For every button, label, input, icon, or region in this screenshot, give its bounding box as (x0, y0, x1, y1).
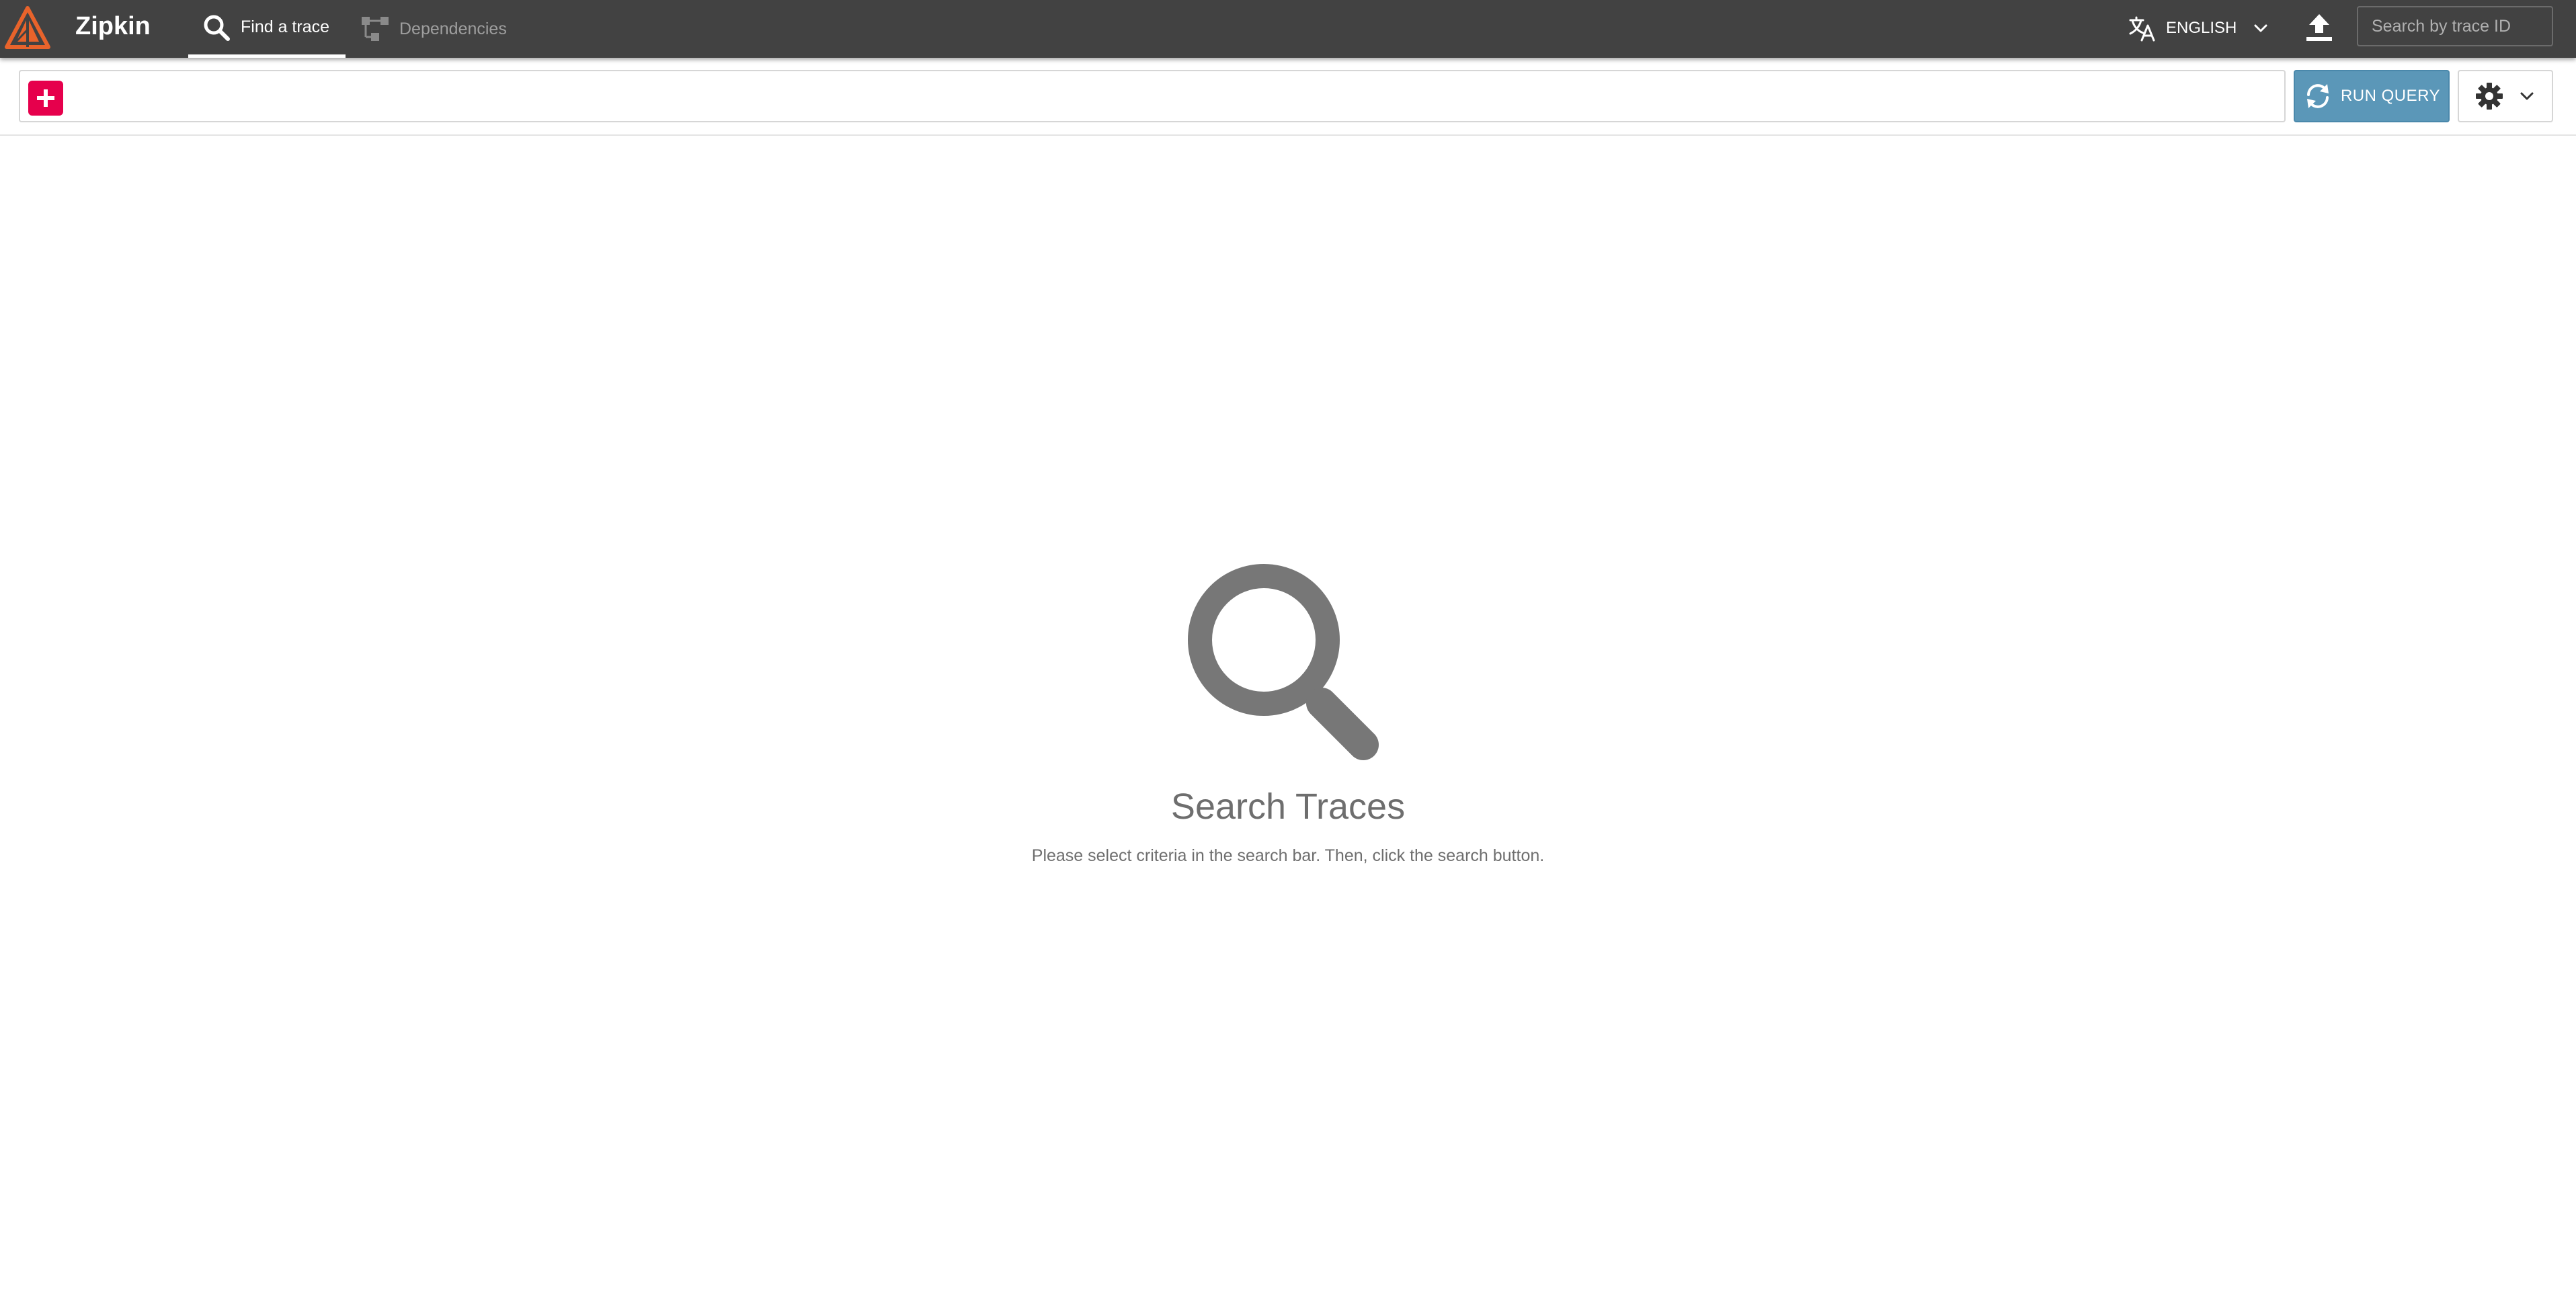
add-criteria-button[interactable] (28, 81, 63, 116)
chevron-down-icon (2254, 24, 2267, 32)
language-label: ENGLISH (2166, 19, 2237, 37)
search-icon (204, 15, 230, 41)
translate-icon (2129, 16, 2155, 42)
empty-state-title: Search Traces (1170, 786, 1406, 827)
tab-dependencies[interactable]: Dependencies (359, 0, 520, 58)
search-toolbar: RUN QUERY (0, 58, 2576, 136)
upload-icon (2306, 14, 2332, 41)
trace-id-search-input[interactable] (2357, 6, 2553, 46)
chevron-down-icon (2520, 92, 2534, 100)
empty-state: Search Traces Please select criteria in … (0, 558, 2576, 881)
run-query-button[interactable]: RUN QUERY (2294, 70, 2450, 122)
tab-label: Find a trace (241, 17, 330, 36)
empty-state-subtitle: Please select criteria in the search bar… (1031, 846, 1545, 865)
language-selector[interactable]: ENGLISH (2128, 9, 2268, 47)
app-header: Zipkin Find a trace Dependencies ENGLISH (0, 0, 2576, 58)
tab-find-a-trace[interactable]: Find a trace (188, 0, 346, 58)
tab-label: Dependencies (399, 19, 507, 38)
plus-icon (37, 89, 54, 107)
dependency-graph-icon (362, 17, 389, 41)
app-name[interactable]: Zipkin (75, 12, 151, 40)
criteria-input-bar[interactable] (19, 70, 2286, 122)
upload-button[interactable] (2298, 7, 2341, 50)
sync-icon (2306, 84, 2329, 108)
search-icon (1188, 564, 1379, 760)
run-query-label: RUN QUERY (2340, 87, 2441, 105)
gear-icon (2476, 83, 2503, 110)
zipkin-logo-icon[interactable] (4, 5, 51, 51)
settings-button[interactable] (2458, 70, 2553, 122)
